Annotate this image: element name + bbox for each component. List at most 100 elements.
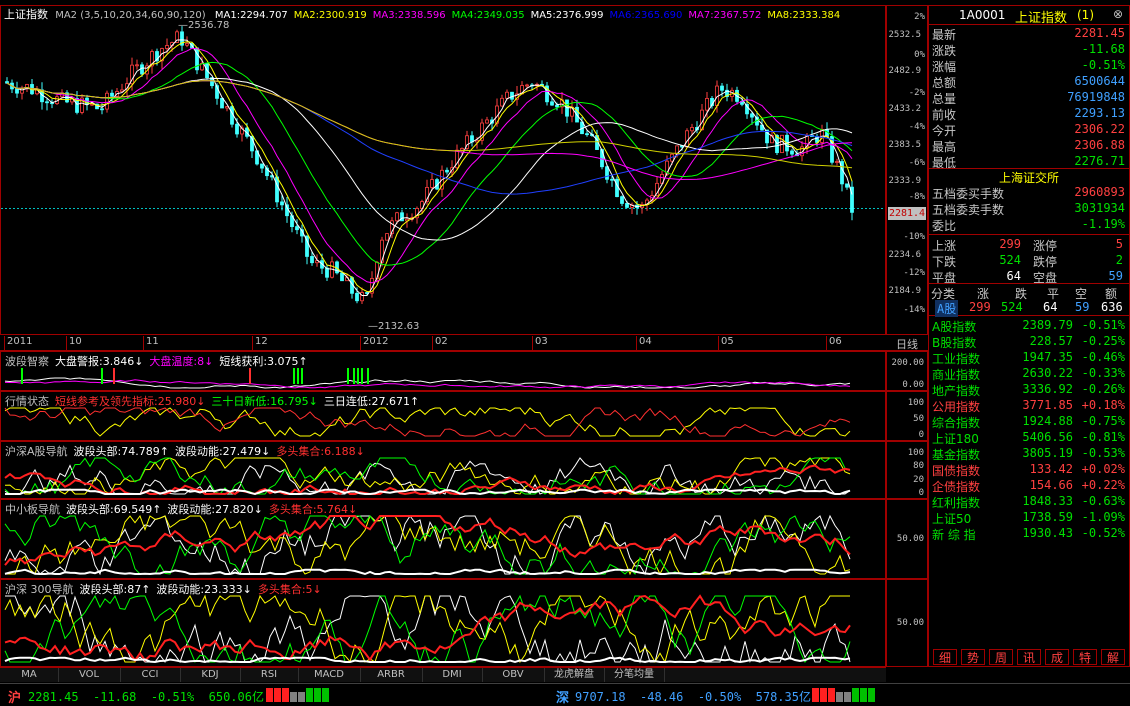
quote-tab-解[interactable]: 解 — [1101, 649, 1125, 665]
indicator-tab-ARBR[interactable]: ARBR — [360, 668, 423, 682]
sh-market-label: 沪 — [8, 691, 22, 706]
index-value: 1738.59 — [1022, 510, 1073, 524]
index-name: 新 综 指 — [932, 528, 976, 542]
candle-body — [445, 169, 449, 173]
index-row[interactable]: A股指数 2389.79 -0.51% — [929, 318, 1129, 334]
candlestick-chart[interactable] — [1, 6, 885, 334]
index-change: -0.75% — [1081, 414, 1125, 428]
quote-tab-成[interactable]: 成 — [1045, 649, 1069, 665]
indicator-tab-RSI[interactable]: RSI — [240, 668, 299, 682]
signal-bar — [249, 368, 251, 384]
index-row[interactable]: 工业指数 1947.35 -0.46% — [929, 350, 1129, 366]
index-row[interactable]: 红利指数 1848.33 -0.63% — [929, 494, 1129, 510]
category-row[interactable]: A股 299 524 64 59 636 — [929, 299, 1129, 317]
indicator-title: 沪深A股导航 — [5, 445, 68, 458]
index-row[interactable]: 商业指数 2630.22 -0.33% — [929, 366, 1129, 382]
indicator-value: 短线参考及领先指标:25.980↓ — [55, 395, 206, 408]
quote-tab-讯[interactable]: 讯 — [1017, 649, 1041, 665]
breadth-row: 上涨 299 涨停 5 — [929, 237, 1129, 253]
current-price-tag: 2281.4 — [888, 207, 926, 220]
index-value: 1924.88 — [1022, 414, 1073, 428]
indicator-panel-5[interactable]: 沪深 300导航 波段头部:87↑ 波段动能:23.333↓ 多头集合:5↓ — [0, 579, 886, 667]
flat-bar — [298, 692, 305, 702]
candle-body — [690, 127, 694, 132]
percent-tick-label: -6% — [908, 158, 925, 168]
quote-label: 总量 — [932, 92, 957, 106]
index-change: +0.02% — [1081, 462, 1125, 476]
up-bar — [828, 688, 835, 702]
candle-body — [585, 133, 589, 136]
order-label: 五档委卖手数 — [932, 203, 1005, 217]
order-label: 五档委买手数 — [932, 187, 1005, 201]
quote-row: 涨幅 -0.51% — [929, 58, 1129, 74]
candle-body — [140, 64, 144, 75]
candle-body — [135, 64, 139, 67]
main-chart-panel[interactable] — [0, 5, 886, 335]
quote-tab-势[interactable]: 势 — [961, 649, 985, 665]
index-value: 2389.79 — [1022, 318, 1073, 332]
candle-body — [485, 119, 489, 124]
quote-value: 6500644 — [1074, 74, 1125, 88]
index-row[interactable]: 基金指数 3805.19 -0.53% — [929, 446, 1129, 462]
sh-market-summary: 2281.45 -11.68 -0.51% 650.06亿 — [28, 690, 264, 704]
order-label: 委比 — [932, 219, 957, 233]
indicator-value: 多头集合:6.188↓ — [276, 445, 365, 458]
indicator-tab-CCI[interactable]: CCI — [120, 668, 181, 682]
index-row[interactable]: 综合指数 1924.88 -0.75% — [929, 414, 1129, 430]
indicator-panel-2[interactable]: 行情状态 短线参考及领先指标:25.980↓ 三十日新低:16.795↓ 三日连低:2… — [0, 391, 886, 441]
price-axis[interactable]: 2% 0% -2% -4% -6% -8% -10% -12% -14% 2532.5 2482.9… — [886, 5, 928, 335]
candle-body — [310, 256, 314, 264]
ma-value-2: MA2:2300.919 — [293, 10, 367, 21]
indicator-tab-VOL[interactable]: VOL — [58, 668, 121, 682]
index-row[interactable]: B股指数 228.57 -0.25% — [929, 334, 1129, 350]
sh-breadth-bars — [266, 688, 329, 702]
up-bar — [274, 688, 281, 702]
indicator-panel-3[interactable]: 沪深A股导航 波段头部:74.789↑ 波段动能:27.479↓ 多头集合:6.188… — [0, 441, 886, 499]
index-row[interactable]: 地产指数 3336.92 -0.26% — [929, 382, 1129, 398]
breadth-value: 299 — [999, 237, 1021, 251]
order-value: -1.19% — [1081, 217, 1125, 231]
price-tick-label: 2333.9 — [888, 176, 921, 186]
quote-tab-特[interactable]: 特 — [1073, 649, 1097, 665]
candle-body — [555, 104, 559, 108]
indicator-axis-5: 50.00 — [886, 579, 928, 667]
ma-value-8: MA8:2333.384 — [767, 10, 841, 21]
index-row[interactable]: 企债指数 154.66 +0.22% — [929, 478, 1129, 494]
indicator-header-1: 波段智察 大盘警报:3.846↓ 大盘温度:8↓ 短线获利:3.075↑ — [5, 353, 308, 369]
quote-tab-细[interactable]: 细 — [933, 649, 957, 665]
index-row[interactable]: 公用指数 3771.85 +0.18% — [929, 398, 1129, 414]
indicator-axis-label: 0 — [918, 430, 924, 440]
index-row[interactable]: 国债指数 133.42 +0.02% — [929, 462, 1129, 478]
quote-tab-周[interactable]: 周 — [989, 649, 1013, 665]
candle-body — [340, 272, 344, 282]
indicator-tab-OBV[interactable]: OBV — [482, 668, 545, 682]
indicator-axis-label: 100 — [907, 398, 924, 408]
index-row[interactable]: 上证180 5406.56 -0.81% — [929, 430, 1129, 446]
indicator-axis-label: 50.00 — [896, 534, 924, 544]
indicator-tab-DMI[interactable]: DMI — [422, 668, 483, 682]
indicator-tab-MACD[interactable]: MACD — [298, 668, 361, 682]
indicator-header-2: 行情状态 短线参考及领先指标:25.980↓ 三十日新低:16.795↓ 三日连低:2… — [5, 393, 419, 409]
period-label[interactable]: 日线 — [886, 336, 928, 351]
indicator-tab-KDJ[interactable]: KDJ — [180, 668, 241, 682]
indicator-tab-bar: MA VOL CCI KDJ RSI MACD ARBR DMI OBV 龙虎解盘 分笔均量 — [0, 667, 886, 682]
price-tick-label: 2184.9 — [888, 286, 921, 296]
status-bar: 沪 2281.45 -11.68 -0.51% 650.06亿 深 9707.1… — [0, 683, 1130, 706]
candle-body — [835, 161, 839, 163]
high-marker-label: —2536.78 — [178, 20, 230, 31]
indicator-tab-龙虎解盘[interactable]: 龙虎解盘 — [544, 668, 605, 682]
indicator-panel-1[interactable]: 波段智察 大盘警报:3.846↓ 大盘温度:8↓ 短线获利:3.075↑ — [0, 351, 886, 391]
flat-bar — [290, 692, 297, 702]
quote-label: 今开 — [932, 124, 957, 138]
breadth-rows: 上涨 299 涨停 5 下跌 524 跌停 2 平盘 64 空盘 59 — [929, 234, 1129, 285]
indicator-tab-分笔均量[interactable]: 分笔均量 — [604, 668, 665, 682]
candle-body — [45, 101, 49, 104]
signal-bar — [357, 368, 359, 384]
signal-bar — [113, 368, 115, 384]
index-row[interactable]: 新 综 指 1930.43 -0.52% — [929, 526, 1129, 542]
ma-value-3: MA3:2338.596 — [372, 10, 446, 21]
indicator-tab-MA[interactable]: MA — [0, 668, 59, 682]
close-icon[interactable]: ⊗ — [1113, 7, 1123, 21]
index-row[interactable]: 上证50 1738.59 -1.09% — [929, 510, 1129, 526]
indicator-panel-4[interactable]: 中小板导航 波段头部:69.549↑ 波段动能:27.820↓ 多头集合:5.764↓ — [0, 499, 886, 579]
